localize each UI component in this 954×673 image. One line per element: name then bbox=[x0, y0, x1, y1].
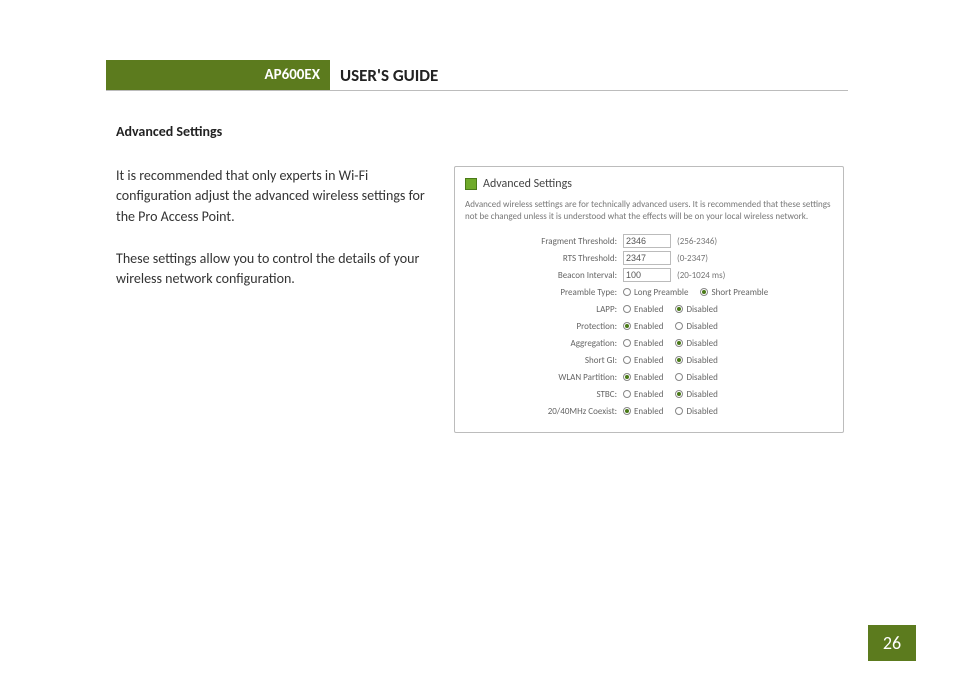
input-rts-threshold[interactable] bbox=[623, 251, 671, 265]
row-2040-coexist: 20/40MHz Coexist: Enabled Disabled bbox=[511, 403, 833, 419]
body-paragraph-1: It is recommended that only experts in W… bbox=[116, 166, 446, 227]
row-stbc: STBC: Enabled Disabled bbox=[511, 386, 833, 402]
label-aggregation: Aggregation: bbox=[511, 338, 623, 349]
panel-title: Advanced Settings bbox=[465, 177, 833, 191]
radio-label: Enabled bbox=[634, 338, 663, 349]
label-rts-threshold: RTS Threshold: bbox=[511, 253, 623, 264]
page-number: 26 bbox=[868, 625, 916, 661]
input-beacon-interval[interactable] bbox=[623, 268, 671, 282]
radio-aggregation-disabled[interactable]: Disabled bbox=[675, 338, 717, 349]
row-preamble-type: Preamble Type: Long Preamble Short Pream… bbox=[511, 284, 833, 300]
radio-coexist-disabled[interactable]: Disabled bbox=[675, 406, 717, 417]
radio-stbc-disabled[interactable]: Disabled bbox=[675, 389, 717, 400]
radio-wlanpart-enabled[interactable]: Enabled bbox=[623, 372, 663, 383]
radio-label: Disabled bbox=[686, 355, 717, 366]
radio-shortgi-disabled[interactable]: Disabled bbox=[675, 355, 717, 366]
label-beacon-interval: Beacon Interval: bbox=[511, 270, 623, 281]
row-lapp: LAPP: Enabled Disabled bbox=[511, 301, 833, 317]
radio-lapp-enabled[interactable]: Enabled bbox=[623, 304, 663, 315]
hint-fragment-threshold: (256-2346) bbox=[677, 236, 717, 247]
row-short-gi: Short GI: Enabled Disabled bbox=[511, 352, 833, 368]
radio-stbc-enabled[interactable]: Enabled bbox=[623, 389, 663, 400]
label-preamble-type: Preamble Type: bbox=[511, 287, 623, 298]
row-rts-threshold: RTS Threshold: (0-2347) bbox=[511, 250, 833, 266]
label-stbc: STBC: bbox=[511, 389, 623, 400]
header-model: AP600EX bbox=[106, 60, 330, 90]
radio-label: Enabled bbox=[634, 355, 663, 366]
label-2040-coexist: 20/40MHz Coexist: bbox=[511, 406, 623, 417]
advanced-settings-panel: Advanced Settings Advanced wireless sett… bbox=[454, 166, 844, 433]
hint-rts-threshold: (0-2347) bbox=[677, 253, 708, 264]
radio-preamble-short[interactable]: Short Preamble bbox=[700, 287, 768, 298]
radio-preamble-long[interactable]: Long Preamble bbox=[623, 287, 688, 298]
radio-aggregation-enabled[interactable]: Enabled bbox=[623, 338, 663, 349]
row-beacon-interval: Beacon Interval: (20-1024 ms) bbox=[511, 267, 833, 283]
radio-wlanpart-disabled[interactable]: Disabled bbox=[675, 372, 717, 383]
label-wlan-partition: WLAN Partition: bbox=[511, 372, 623, 383]
row-wlan-partition: WLAN Partition: Enabled Disabled bbox=[511, 369, 833, 385]
radio-label: Disabled bbox=[686, 338, 717, 349]
row-aggregation: Aggregation: Enabled Disabled bbox=[511, 335, 833, 351]
radio-protection-disabled[interactable]: Disabled bbox=[675, 321, 717, 332]
content-row: It is recommended that only experts in W… bbox=[106, 166, 848, 433]
radio-label: Short Preamble bbox=[711, 287, 768, 298]
section-heading: Advanced Settings bbox=[116, 123, 848, 140]
settings-list: Fragment Threshold: (256-2346) RTS Thres… bbox=[511, 233, 833, 419]
input-fragment-threshold[interactable] bbox=[623, 234, 671, 248]
radio-label: Long Preamble bbox=[634, 287, 688, 298]
row-protection: Protection: Enabled Disabled bbox=[511, 318, 833, 334]
label-short-gi: Short GI: bbox=[511, 355, 623, 366]
radio-label: Enabled bbox=[634, 389, 663, 400]
label-fragment-threshold: Fragment Threshold: bbox=[511, 236, 623, 247]
panel-title-text: Advanced Settings bbox=[483, 177, 572, 191]
radio-label: Disabled bbox=[686, 389, 717, 400]
radio-label: Disabled bbox=[686, 321, 717, 332]
radio-label: Disabled bbox=[686, 304, 717, 315]
radio-label: Disabled bbox=[686, 406, 717, 417]
radio-label: Enabled bbox=[634, 304, 663, 315]
panel-title-icon bbox=[465, 178, 477, 190]
header-bar: AP600EX USER'S GUIDE bbox=[106, 60, 848, 91]
radio-coexist-enabled[interactable]: Enabled bbox=[623, 406, 663, 417]
radio-shortgi-enabled[interactable]: Enabled bbox=[623, 355, 663, 366]
header-title: USER'S GUIDE bbox=[330, 60, 438, 90]
radio-protection-enabled[interactable]: Enabled bbox=[623, 321, 663, 332]
radio-label: Disabled bbox=[686, 372, 717, 383]
radio-label: Enabled bbox=[634, 406, 663, 417]
row-fragment-threshold: Fragment Threshold: (256-2346) bbox=[511, 233, 833, 249]
body-text: It is recommended that only experts in W… bbox=[116, 166, 446, 433]
hint-beacon-interval: (20-1024 ms) bbox=[677, 270, 725, 281]
radio-label: Enabled bbox=[634, 321, 663, 332]
label-protection: Protection: bbox=[511, 321, 623, 332]
document-page: AP600EX USER'S GUIDE Advanced Settings I… bbox=[106, 60, 848, 433]
panel-description: Advanced wireless settings are for techn… bbox=[465, 199, 833, 223]
label-lapp: LAPP: bbox=[511, 304, 623, 315]
radio-label: Enabled bbox=[634, 372, 663, 383]
radio-lapp-disabled[interactable]: Disabled bbox=[675, 304, 717, 315]
body-paragraph-2: These settings allow you to control the … bbox=[116, 249, 446, 290]
